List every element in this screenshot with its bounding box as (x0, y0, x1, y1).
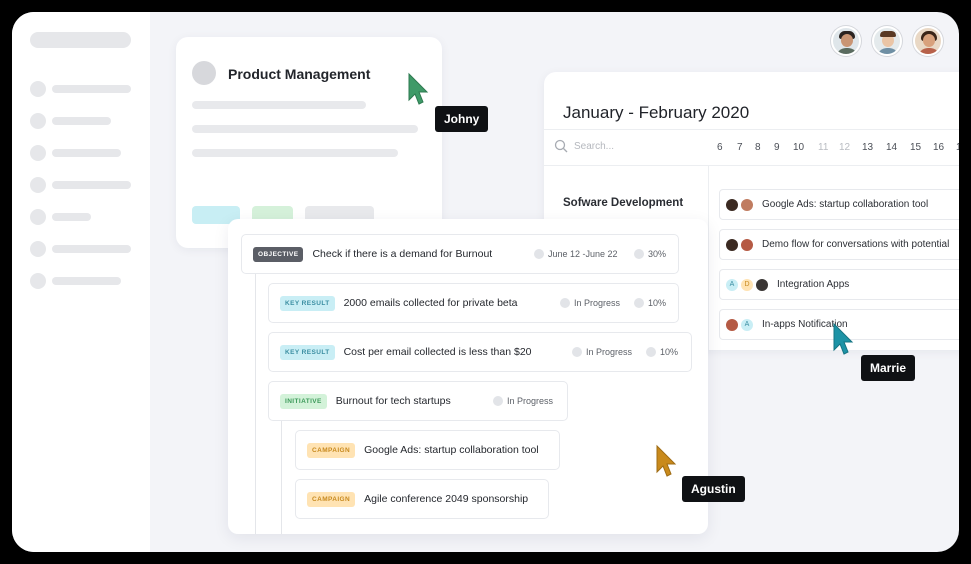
initiative-row[interactable]: INITIATIVE Burnout for tech startups In … (268, 381, 568, 421)
calendar-icon (534, 249, 544, 259)
key-result-badge: KEY RESULT (280, 344, 335, 360)
avatar[interactable] (913, 26, 943, 56)
progress-icon (634, 298, 644, 308)
day-label: 11 (818, 142, 829, 153)
cursor-pointer-icon (833, 322, 854, 355)
campaign-row[interactable]: CAMPAIGN Google Ads: startup collaborati… (295, 430, 560, 470)
cursor-pointer-icon (408, 72, 429, 105)
cursor-label-marrie: Marrie (861, 355, 916, 381)
campaign-title: Agile conference 2049 sponsorship (364, 493, 529, 505)
avatar (741, 238, 753, 251)
cursor-pointer-icon (656, 444, 677, 477)
progress: 30% (634, 249, 666, 259)
avatar[interactable] (872, 26, 902, 56)
campaign-title: Google Ads: startup collaboration tool (364, 444, 539, 456)
text-placeholder (192, 125, 418, 133)
timeline-item-label: Google Ads: startup collaboration tool (762, 199, 929, 210)
avatar (726, 198, 738, 211)
tree-connector (255, 274, 256, 534)
initiative-badge: INITIATIVE (280, 393, 327, 409)
status-icon (572, 347, 582, 357)
collaborator-avatars (831, 26, 943, 56)
key-result-title: Cost per email collected is less than $2… (343, 346, 532, 358)
avatar (756, 278, 768, 291)
text-placeholder (192, 101, 366, 109)
app-window: Product Management January - February 20… (12, 12, 959, 552)
avatar: A (741, 318, 753, 331)
divider (708, 166, 709, 350)
timeline-item[interactable]: Google Ads: startup collaboration tool (719, 189, 959, 220)
campaign-badge: CAMPAIGN (307, 442, 356, 458)
search-placeholder: Search... (574, 140, 615, 152)
avatar: D (741, 278, 753, 291)
day-label: 9 (774, 142, 780, 153)
day-label: 17 (956, 142, 959, 153)
cursor-label-johny: Johny (435, 106, 489, 132)
date-range: June 12 -June 22 (534, 249, 618, 259)
day-label: 8 (755, 142, 761, 153)
key-result-row[interactable]: KEY RESULT Cost per email collected is l… (268, 332, 692, 372)
product-management-card[interactable]: Product Management (176, 37, 442, 248)
avatar (741, 198, 753, 211)
objective-row[interactable]: OBJECTIVE Check if there is a demand for… (241, 234, 679, 274)
timeline-item-label: Demo flow for conversations with potenti… (762, 239, 950, 250)
cursor-label-agustin: Agustin (682, 476, 745, 502)
key-result-badge: KEY RESULT (280, 295, 335, 311)
status: In Progress (572, 347, 632, 357)
tree-connector (281, 419, 282, 534)
timeline-section-label: Sofware Development (563, 197, 684, 209)
avatar (192, 61, 216, 85)
progress: 10% (646, 347, 678, 357)
day-label: 6 (717, 142, 723, 153)
day-label: 15 (910, 142, 922, 153)
key-result-title: 2000 emails collected for private beta (343, 297, 518, 309)
initiative-title: Burnout for tech startups (335, 395, 451, 407)
timeline-item[interactable]: A D Integration Apps (719, 269, 959, 300)
status-icon (560, 298, 570, 308)
timeline-item[interactable]: Demo flow for conversations with potenti… (719, 229, 959, 260)
avatar[interactable] (831, 26, 861, 56)
timeline-toolbar: Search... 6 7 8 9 10 11 12 13 14 15 16 1… (544, 129, 959, 166)
card-title: Product Management (228, 66, 371, 82)
timeline-title: January - February 2020 (563, 103, 750, 122)
text-placeholder (192, 149, 398, 157)
day-label: 10 (793, 142, 805, 153)
day-label: 7 (737, 142, 743, 153)
campaign-badge: CAMPAIGN (307, 491, 356, 507)
timeline-item-label: Integration Apps (777, 279, 850, 290)
sidebar-header-placeholder (30, 32, 131, 48)
objective-title: Check if there is a demand for Burnout (312, 248, 493, 260)
progress-icon (646, 347, 656, 357)
objective-badge: OBJECTIVE (253, 246, 304, 262)
search-icon (554, 139, 568, 153)
status-icon (493, 396, 503, 406)
search-input[interactable]: Search... (554, 139, 614, 153)
status: In Progress (560, 298, 620, 308)
campaign-row[interactable]: CAMPAIGN Agile conference 2049 sponsorsh… (295, 479, 549, 519)
avatar (726, 318, 738, 331)
day-label: 13 (862, 142, 874, 153)
day-label: 14 (886, 142, 898, 153)
key-result-row[interactable]: KEY RESULT 2000 emails collected for pri… (268, 283, 679, 323)
avatar: A (726, 278, 738, 291)
okr-tree-panel: OBJECTIVE Check if there is a demand for… (228, 219, 708, 534)
sidebar (12, 12, 150, 552)
day-label: 12 (839, 142, 851, 153)
progress: 10% (634, 298, 666, 308)
avatar (726, 238, 738, 251)
day-label: 16 (933, 142, 945, 153)
progress-icon (634, 249, 644, 259)
status: In Progress (493, 396, 553, 406)
